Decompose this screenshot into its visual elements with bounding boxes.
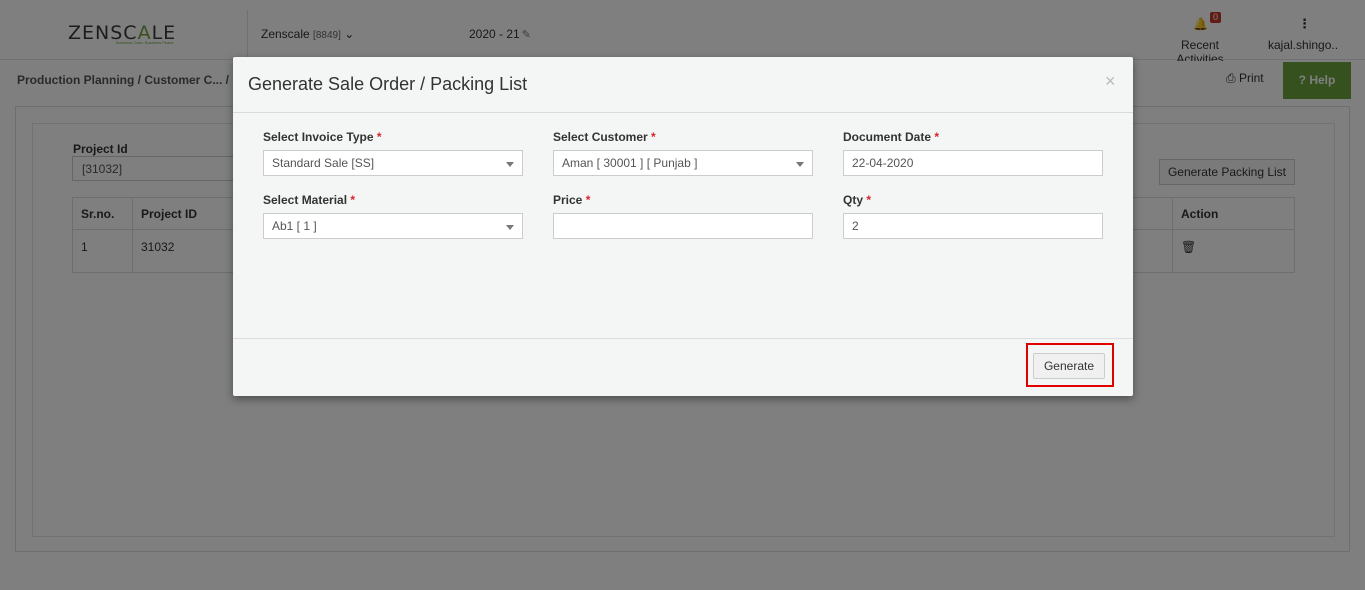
modal-footer — [233, 338, 1133, 396]
customer-select[interactable]: Aman [ 30001 ] [ Punjab ] — [553, 150, 813, 176]
material-select[interactable]: Ab1 [ 1 ] — [263, 213, 523, 239]
customer-label: Select Customer * — [553, 130, 656, 144]
chevron-down-icon — [506, 225, 514, 230]
invoice-type-select[interactable]: Standard Sale [SS] — [263, 150, 523, 176]
modal-title: Generate Sale Order / Packing List — [248, 74, 528, 94]
qty-input[interactable]: 2 — [843, 213, 1103, 239]
generate-button[interactable]: Generate — [1033, 353, 1105, 379]
price-input[interactable] — [553, 213, 813, 239]
chevron-down-icon — [506, 162, 514, 167]
invoice-type-label: Select Invoice Type * — [263, 130, 382, 144]
modal-header: Generate Sale Order / Packing List × — [233, 57, 1133, 113]
price-label: Price * — [553, 193, 591, 207]
generate-sale-order-modal: Generate Sale Order / Packing List × Sel… — [233, 57, 1133, 396]
close-icon[interactable]: × — [1105, 71, 1116, 92]
document-date-input[interactable]: 22-04-2020 — [843, 150, 1103, 176]
document-date-label: Document Date * — [843, 130, 940, 144]
material-label: Select Material * — [263, 193, 356, 207]
qty-label: Qty * — [843, 193, 872, 207]
chevron-down-icon — [796, 162, 804, 167]
